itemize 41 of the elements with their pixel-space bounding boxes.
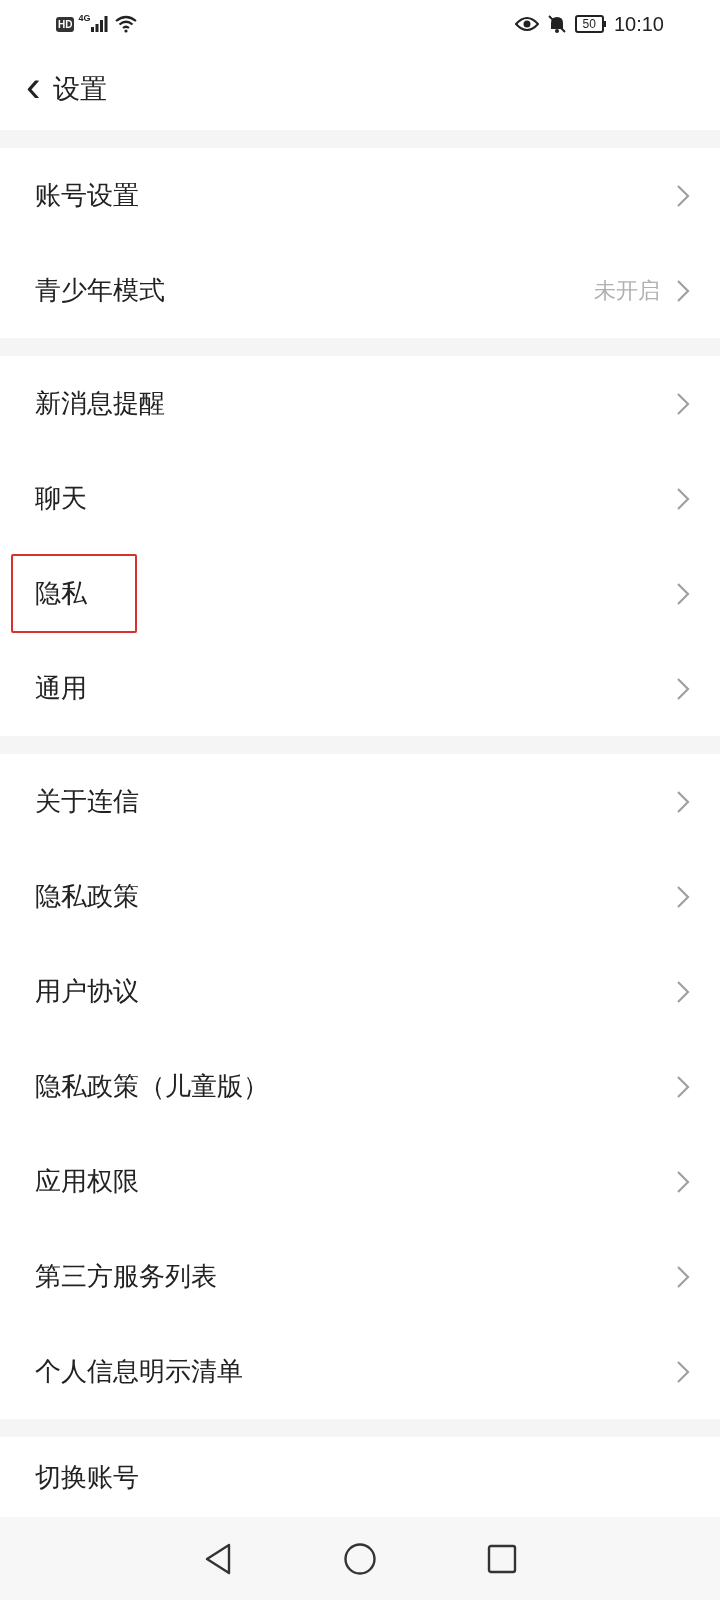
row-label: 关于连信 [34,785,140,818]
row-label: 用户协议 [34,975,140,1008]
chevron-right-icon [676,1169,690,1194]
back-button[interactable]: ‹ [26,64,41,108]
chevron-right-icon [676,676,690,701]
bell-off-icon [546,14,567,34]
chevron-right-icon [676,1074,690,1099]
row-label: 账号设置 [34,179,140,212]
chevron-right-icon [676,278,690,303]
chevron-right-icon [676,183,690,208]
back-nav-icon[interactable] [203,1541,233,1576]
row-label: 聊天 [34,482,88,515]
chevron-right-icon [676,789,690,814]
row-label: 切换账号 [34,1460,140,1494]
network-type: 4G [78,12,91,25]
hd-icon: HD [56,16,75,32]
row-label: 青少年模式 [34,274,166,307]
row-label: 第三方服务列表 [34,1260,218,1293]
home-nav-icon[interactable] [343,1541,377,1576]
row-value: 未开启 [594,277,660,305]
chevron-right-icon [676,1359,690,1384]
row-label: 应用权限 [34,1165,140,1198]
clock: 10:10 [613,12,664,37]
chevron-right-icon [676,486,690,511]
wifi-icon [114,15,139,33]
chevron-right-icon [676,884,690,909]
row-label: 新消息提醒 [34,387,166,420]
chevron-right-icon [676,391,690,416]
row-label: 隐私政策（儿童版） [34,1070,270,1103]
row-label: 隐私政策 [34,880,140,913]
row-label: 个人信息明示清单 [34,1355,244,1388]
row-label: 通用 [34,672,88,705]
chevron-right-icon [676,1264,690,1289]
chevron-right-icon [676,979,690,1004]
chevron-right-icon [676,581,690,606]
battery-icon: 50 [574,15,606,33]
page-title: 设置 [52,72,107,106]
row-label: 隐私 [11,554,137,633]
signal-icon [90,16,109,32]
eye-icon [514,16,539,32]
recents-nav-icon[interactable] [487,1543,517,1574]
